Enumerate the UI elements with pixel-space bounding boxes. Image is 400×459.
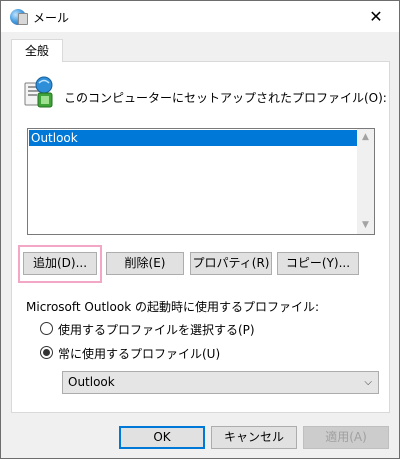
chevron-down-icon[interactable]: ⌵ bbox=[364, 372, 372, 393]
profiles-heading: このコンピューターにセットアップされたプロファイル(O): bbox=[64, 91, 387, 105]
general-panel: このコンピューターにセットアップされたプロファイル(O): Outlook ▲ … bbox=[11, 61, 390, 413]
ok-button[interactable]: OK bbox=[119, 426, 205, 449]
scroll-up-icon[interactable]: ▲ bbox=[357, 129, 374, 146]
delete-button[interactable]: 削除(E) bbox=[106, 252, 184, 275]
add-button[interactable]: 追加(D)... bbox=[23, 252, 97, 275]
mail-app-icon bbox=[10, 9, 28, 25]
properties-button[interactable]: プロパティ(R) bbox=[190, 252, 272, 275]
list-item[interactable]: Outlook bbox=[29, 130, 359, 146]
close-button[interactable]: ✕ bbox=[353, 1, 399, 32]
radio-choose-profile-label[interactable]: 使用するプロファイルを選択する(P) bbox=[58, 321, 255, 338]
copy-button[interactable]: コピー(Y)... bbox=[277, 252, 359, 275]
scroll-down-icon[interactable]: ▼ bbox=[357, 217, 374, 234]
mail-dialog: メール ✕ 全般 このコンピューターにセットアップされたプロファイル(O): O… bbox=[0, 0, 400, 459]
startup-label: Microsoft Outlook の起動時に使用するプロファイル: bbox=[26, 300, 320, 314]
profile-select[interactable]: Outlook ⌵ bbox=[62, 371, 379, 394]
profile-select-value: Outlook bbox=[68, 375, 115, 389]
tab-general[interactable]: 全般 bbox=[11, 39, 63, 62]
title-bar: メール ✕ bbox=[1, 1, 399, 32]
mail-profiles-icon bbox=[24, 76, 53, 108]
apply-button[interactable]: 適用(A) bbox=[303, 426, 389, 449]
radio-always-profile[interactable] bbox=[40, 346, 53, 359]
cancel-button[interactable]: キャンセル bbox=[211, 426, 297, 449]
radio-selected-dot bbox=[43, 349, 50, 356]
profiles-listbox[interactable]: Outlook ▲ ▼ bbox=[27, 128, 375, 235]
radio-always-profile-label[interactable]: 常に使用するプロファイル(U) bbox=[58, 345, 220, 362]
window-title: メール bbox=[33, 11, 70, 25]
radio-choose-profile[interactable] bbox=[40, 322, 53, 335]
listbox-scrollbar[interactable]: ▲ ▼ bbox=[357, 129, 374, 234]
